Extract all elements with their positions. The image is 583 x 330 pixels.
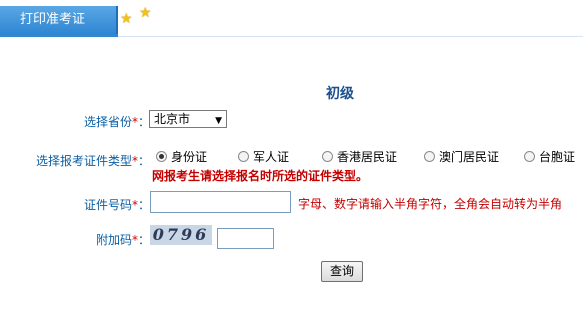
dropdown-arrow-icon: ▼ [215, 116, 222, 126]
province-select-value: 北京市 [154, 112, 191, 126]
radio-icon[interactable] [424, 151, 435, 162]
radio-id-card[interactable]: 身份证 [156, 148, 207, 165]
radio-hongkong-resident[interactable]: 香港居民证 [322, 148, 397, 165]
province-label: 选择省份*： [84, 115, 151, 129]
page-title: 初级 [326, 86, 354, 102]
id-number-input[interactable] [150, 191, 291, 213]
id-type-label: 选择报考证件类型*： [36, 154, 151, 168]
print-admission-ticket-page: 打印准考证 ★ ★ 初级 选择省份*： 北京市 ▼ 选择报考证件类型*： 身份证… [0, 0, 583, 330]
captcha-image[interactable]: 0796 [150, 225, 212, 245]
captcha-input[interactable] [217, 228, 274, 249]
tab-bar: 打印准考证 ★ ★ [0, 0, 583, 37]
province-select[interactable]: 北京市 ▼ [149, 110, 227, 128]
radio-icon[interactable] [238, 151, 249, 162]
star-icon: ★ [120, 11, 133, 27]
id-number-label: 证件号码*： [84, 198, 151, 212]
id-type-warning: 网报考生请选择报名时所选的证件类型。 [152, 169, 369, 183]
star-icon: ★ [139, 5, 152, 21]
radio-icon[interactable] [524, 151, 535, 162]
radio-military-id[interactable]: 军人证 [238, 148, 289, 165]
radio-icon[interactable] [322, 151, 333, 162]
tab-print-admission-ticket[interactable]: 打印准考证 [0, 6, 118, 37]
id-number-hint: 字母、数字请输入半角字符，全角会自动转为半角 [298, 197, 563, 211]
captcha-label: 附加码*： [96, 233, 151, 247]
query-button[interactable]: 查询 [321, 261, 363, 282]
radio-icon[interactable] [156, 151, 167, 162]
radio-macau-resident[interactable]: 澳门居民证 [424, 148, 499, 165]
radio-taiwan-compatriot[interactable]: 台胞证 [524, 148, 575, 165]
